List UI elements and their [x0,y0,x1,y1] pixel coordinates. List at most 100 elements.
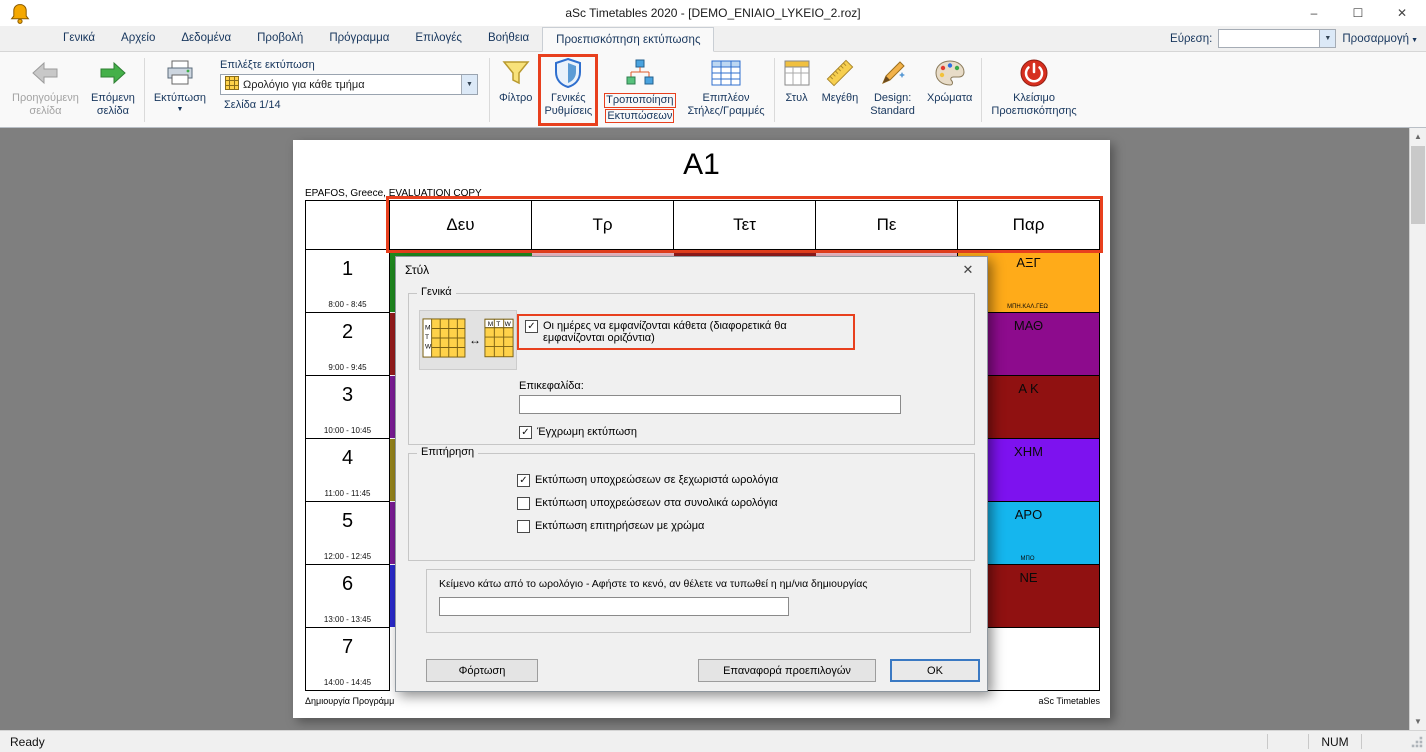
ribbon-separator [774,58,775,122]
period-time: 14:00 - 14:45 [306,678,389,687]
print-type-combobox[interactable]: Ωρολόγιο για κάθε τμήμα ▼ [220,74,478,95]
style-dialog: Στύλ ✕ Γενικά M T W [395,256,988,692]
supervision-total-checkbox[interactable]: Εκτύπωση υποχρεώσεων στα συνολικά ωρολόγ… [517,497,778,510]
hierarchy-icon [625,57,655,89]
window-controls: – ☐ ✕ [1292,0,1424,26]
color-print-checkbox[interactable]: ✓ Έγχρωμη εκτύπωση [519,426,637,439]
modify-prints-label-2: Εκτυπώσεων [605,109,674,124]
supervision-color-label: Εκτύπωση επιτηρήσεων με χρώμα [535,520,704,532]
general-settings-button[interactable]: Γενικές Ρυθμίσεις [538,54,598,126]
close-preview-button[interactable]: Κλείσιμο Προεπισκόπησης [985,54,1082,126]
general-settings-label-1: Γενικές [551,92,586,105]
checkbox-icon[interactable] [517,497,530,510]
period-cell: 6 13:00 - 13:45 [305,564,390,628]
period-time: 11:00 - 11:45 [306,489,389,498]
tab-general[interactable]: Γενικά [50,26,108,51]
checkbox-icon[interactable] [517,520,530,533]
tab-view[interactable]: Προβολή [244,26,316,51]
group-footer-text: Κείμενο κάτω από το ωρολόγιο - Αφήστε το… [426,569,971,633]
chevron-down-icon[interactable]: ▼ [1319,30,1335,47]
colors-button[interactable]: Χρώματα [921,54,978,126]
load-button[interactable]: Φόρτωση [426,659,538,682]
page-indicator: Σελίδα 1/14 [220,99,281,111]
modify-prints-button[interactable]: Τροποποίηση Εκτυπώσεων [598,54,681,126]
tab-file[interactable]: Αρχείο [108,26,168,51]
reset-defaults-button[interactable]: Επαναφορά προεπιλογών [698,659,876,682]
print-button[interactable]: Εκτύπωση ▼ [148,54,212,126]
dialog-close-button[interactable]: ✕ [958,262,978,278]
design-label-2: Standard [870,105,915,118]
swap-arrow-icon: ↔ [469,333,481,347]
supervision-color-checkbox[interactable]: Εκτύπωση επιτηρήσεων με χρώμα [517,520,704,533]
period-number: 6 [306,573,389,596]
window-title: aSc Timetables 2020 - [DEMO_ENIAIO_LYKEI… [0,0,1426,26]
resize-grip[interactable] [1408,731,1426,752]
tab-help[interactable]: Βοήθεια [475,26,542,51]
print-type-value: Ωρολόγιο για κάθε τμήμα [239,79,461,91]
sizes-button[interactable]: Μεγέθη [816,54,865,126]
period-cell: 7 14:00 - 14:45 [305,627,390,691]
vertical-days-label: Οι ημέρες να εμφανίζονται κάθετα (διαφορ… [543,320,847,344]
previous-page-button[interactable]: Προηγούμενη σελίδα [6,54,85,126]
sizes-label: Μεγέθη [822,92,859,105]
orientation-preview: M T W ↔ M T [419,310,517,370]
period-time: 8:00 - 8:45 [306,300,389,309]
period-time: 9:00 - 9:45 [306,363,389,372]
period-number: 5 [306,510,389,533]
close-button[interactable]: ✕ [1380,0,1424,26]
vertical-days-checkbox[interactable]: ✓ Οι ημέρες να εμφανίζονται κάθετα (διαφ… [517,314,855,350]
print-label: Εκτύπωση [154,92,206,105]
tab-print-preview[interactable]: Προεπισκόπηση εκτύπωσης [542,27,714,52]
preview-area: A1 EPAFOS, Greece, EVALUATION COPY Δευ Τ… [0,128,1426,730]
tab-data[interactable]: Δεδομένα [168,26,244,51]
find-combobox[interactable]: ▼ [1218,29,1336,48]
scroll-up-button[interactable]: ▲ [1410,128,1426,145]
days-highlight-annotation [386,196,1103,253]
tab-program[interactable]: Πρόγραμμα [316,26,402,51]
scroll-down-button[interactable]: ▼ [1410,713,1426,730]
filter-button[interactable]: Φίλτρο [493,54,538,126]
checkbox-icon[interactable]: ✓ [525,320,538,333]
checkbox-icon[interactable]: ✓ [517,474,530,487]
page-footer-left: Δημιουργία Προγράμμ [305,696,394,706]
group-supervision-label: Επιτήρηση [417,446,478,458]
minimize-button[interactable]: – [1292,0,1336,26]
next-page-button[interactable]: Επόμενη σελίδα [85,54,141,126]
palette-icon [935,57,965,89]
ok-button[interactable]: OK [890,659,980,682]
header-caption-input[interactable] [519,395,901,414]
svg-text:T: T [425,333,429,340]
table-corner-cell [305,200,390,250]
chevron-down-icon[interactable]: ▼ [461,75,477,94]
extra-columns-rows-button[interactable]: Επιπλέον Στήλες/Γραμμές [682,54,771,126]
svg-text:W: W [505,320,512,327]
group-general-label: Γενικά [417,286,456,298]
print-selection-group: Επιλέξτε εκτύπωση Ωρολόγιο για κάθε τμήμ… [212,54,486,126]
chevron-down-icon: ▼ [176,106,183,114]
scrollbar[interactable]: ▲ ▼ [1409,128,1426,730]
period-time: 12:00 - 12:45 [306,552,389,561]
previous-page-label-1: Προηγούμενη [12,92,79,105]
style-button[interactable]: Στυλ [778,54,816,126]
pencil-icon [879,57,907,89]
tab-options[interactable]: Επιλογές [402,26,475,51]
svg-text:W: W [425,343,432,350]
table-grid-icon [711,57,741,89]
filter-label: Φίλτρο [499,92,532,105]
checkbox-icon[interactable]: ✓ [519,426,532,439]
supervision-total-label: Εκτύπωση υποχρεώσεων στα συνολικά ωρολόγ… [535,497,778,509]
bottom-text-input[interactable] [439,597,789,616]
period-number: 1 [306,258,389,281]
maximize-button[interactable]: ☐ [1336,0,1380,26]
arrow-left-icon [30,57,60,89]
design-button[interactable]: Design: Standard [864,54,921,126]
design-label-1: Design: [874,92,911,105]
extra-columns-label-2: Στήλες/Γραμμές [688,105,765,118]
period-cell: 5 12:00 - 12:45 [305,501,390,565]
scrollbar-thumb[interactable] [1411,146,1425,224]
supervision-separate-checkbox[interactable]: ✓ Εκτύπωση υποχρεώσεων σε ξεχωριστά ωρολ… [517,474,778,487]
customize-button[interactable]: Προσαρμογή▼ [1342,33,1418,45]
num-lock-indicator: NUM [1309,731,1361,752]
arrow-right-icon [98,57,128,89]
find-area: Εύρεση: ▼ Προσαρμογή▼ [1170,29,1418,48]
